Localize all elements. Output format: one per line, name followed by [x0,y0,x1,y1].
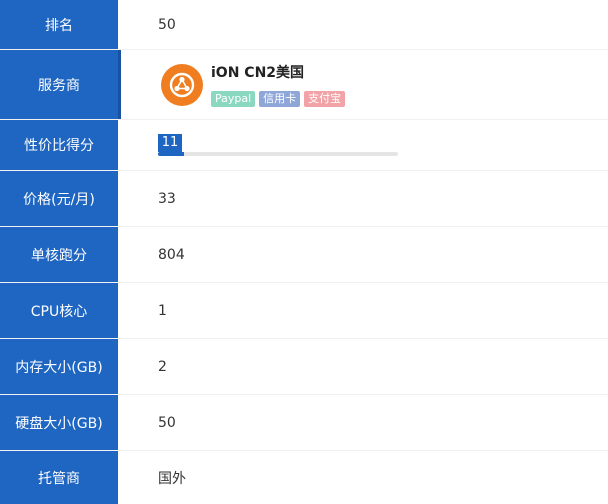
value-cpu: 1 [158,302,167,319]
row-single-core: 单核跑分 804 [0,227,608,283]
value-disk: 50 [158,414,176,431]
value-provider: iON CN2美国 Paypal 信用卡 支付宝 [121,50,608,119]
tag-alipay: 支付宝 [304,91,346,107]
row-disk: 硬盘大小(GB) 50 [0,395,608,451]
row-cpu: CPU核心 1 [0,283,608,339]
provider-logo-icon [161,63,203,106]
value-rank: 50 [158,16,176,33]
value-price: 33 [158,190,176,207]
label-ram: 内存大小(GB) [0,339,118,394]
label-rank: 排名 [0,0,118,49]
score-badge: 11 [158,134,182,152]
value-score: 11 [118,120,608,170]
tag-paypal: Paypal [211,91,256,107]
row-score: 性价比得分 11 [0,120,608,171]
label-single-core: 单核跑分 [0,227,118,282]
label-score: 性价比得分 [0,120,118,170]
row-hosting: 托管商 国外 [0,451,608,504]
score-progress-fill [158,152,185,156]
vps-detail-table: 排名 50 服务商 iON CN2美国 Paypal 信用卡 支付宝 性价比得分… [0,0,608,504]
row-rank: 排名 50 [0,0,608,50]
tag-credit-card: 信用卡 [259,91,301,107]
label-hosting: 托管商 [0,451,118,504]
value-single-core: 804 [158,246,185,263]
label-disk: 硬盘大小(GB) [0,395,118,450]
payment-tags: Paypal 信用卡 支付宝 [211,91,346,107]
score-progress-track [158,152,398,156]
label-price: 价格(元/月) [0,171,118,226]
label-cpu: CPU核心 [0,283,118,338]
label-provider: 服务商 [0,50,121,119]
value-hosting: 国外 [158,470,186,487]
row-ram: 内存大小(GB) 2 [0,339,608,395]
row-price: 价格(元/月) 33 [0,171,608,227]
provider-info[interactable]: iON CN2美国 Paypal 信用卡 支付宝 [161,62,346,107]
score-widget: 11 [158,134,398,156]
row-provider: 服务商 iON CN2美国 Paypal 信用卡 支付宝 [0,50,608,120]
provider-name[interactable]: iON CN2美国 [211,62,345,82]
provider-text: iON CN2美国 Paypal 信用卡 支付宝 [211,62,346,107]
value-ram: 2 [158,358,167,375]
